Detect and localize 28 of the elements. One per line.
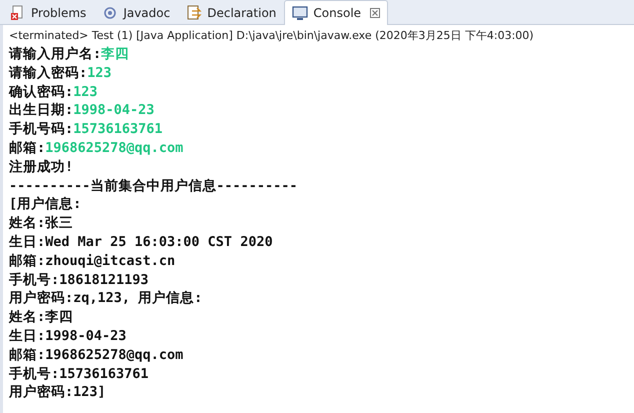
tab[interactable]: Javadoc — [94, 1, 178, 24]
console-line: 用户密码:zq,123, 用户信息: — [9, 289, 202, 308]
close-icon[interactable] — [370, 8, 380, 18]
console-line: 姓名:李四 — [9, 308, 74, 327]
console-line: 邮箱:zhouqi@itcast.cn — [9, 252, 176, 271]
console-line: 手机号:15736163761 — [9, 364, 149, 384]
document-icon — [186, 5, 202, 21]
console-line: 邮箱:1968625278@qq.com — [9, 346, 184, 365]
console-status: <terminated> Test (1) [Java Application] D:\java\jre\bin\javaw.exe (2020年3月25日 下午4:03:00) — [9, 28, 535, 44]
monitor-icon — [292, 5, 308, 21]
console-line: ----------当前集合中用户信息---------- — [9, 176, 298, 196]
tab[interactable]: Console — [284, 0, 388, 25]
console-line: 手机号码:15736163761 — [9, 120, 163, 139]
console-line: 生日:Wed Mar 25 16:03:00 CST 2020 — [9, 232, 273, 252]
console-line: 手机号:18618121193 — [9, 270, 149, 290]
console-line: 邮箱:1968625278@qq.com — [9, 138, 184, 158]
tab[interactable]: Problems — [2, 1, 94, 24]
console-line: 出生日期:1998-04-23 — [9, 101, 154, 120]
console-line: 姓名:张三 — [9, 214, 74, 233]
target-icon — [102, 5, 118, 21]
console-line: 用户密码:123] — [9, 383, 106, 402]
console-line: 注册成功! — [9, 158, 74, 177]
console-line: 确认密码:123 — [9, 82, 98, 102]
console-line: [用户信息: — [9, 195, 82, 214]
console-line: 请输入用户名:李四 — [9, 45, 130, 64]
console-line: 请输入密码:123 — [9, 64, 112, 83]
tab[interactable]: Declaration — [178, 1, 284, 24]
console-line: 生日:1998-04-23 — [9, 326, 126, 346]
